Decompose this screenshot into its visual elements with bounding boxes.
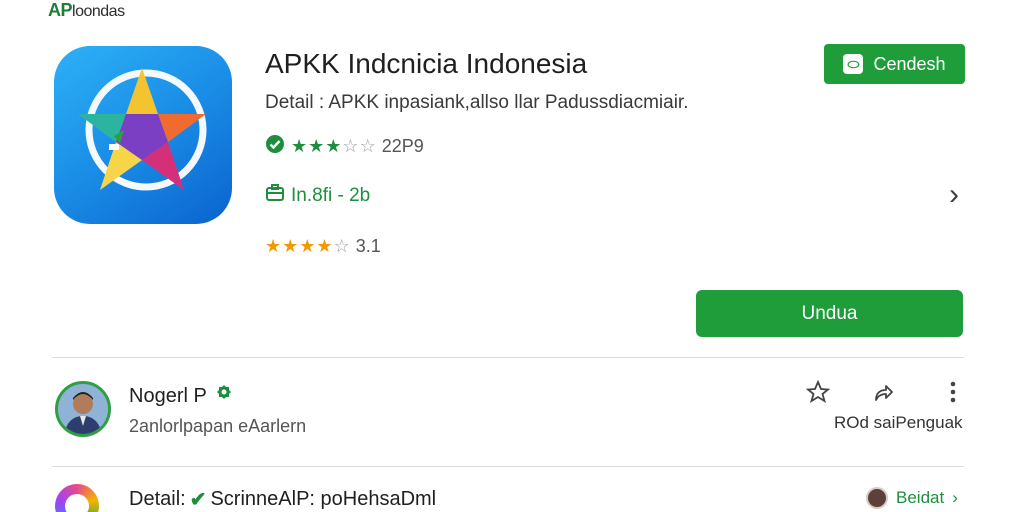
star-filled-icon: ★ — [291, 136, 308, 156]
star-empty-icon: ☆ — [333, 236, 350, 256]
rating-value: 3.1 — [355, 236, 381, 256]
app-title: APKK Indcnicia Indonesia — [265, 48, 588, 79]
star-filled-icon: ★ — [299, 236, 316, 256]
cendesh-button[interactable]: ⬭ Cendesh — [824, 44, 965, 84]
star-filled-icon: ★ — [282, 236, 299, 256]
developer-avatar[interactable] — [55, 381, 111, 437]
chevron-right-small-icon: › — [952, 488, 958, 507]
info-text: In.8fi - 2b — [291, 185, 371, 206]
more-vert-icon[interactable] — [939, 378, 967, 406]
divider — [52, 357, 964, 358]
bottom-right-link[interactable]: Beidat › — [866, 487, 958, 509]
star-filled-icon: ★ — [316, 236, 333, 256]
action-text[interactable]: ROd saiPenguak — [834, 413, 963, 433]
mini-avatar — [866, 487, 888, 509]
bottom-detail-text: ScrinneAlP: poHehsaDml — [210, 488, 437, 510]
bottom-detail-prefix: Detail: — [129, 488, 186, 510]
bottom-avatar[interactable] — [55, 484, 99, 512]
bottom-right-label: Beidat — [896, 488, 945, 507]
star-empty-icon: ☆ — [359, 136, 376, 156]
verified-badge-icon — [215, 384, 233, 408]
star-rating: ★ ★ ★ ☆ ☆ — [291, 136, 376, 157]
brand-logo: APloondas — [48, 0, 125, 21]
divider — [52, 466, 964, 467]
star-empty-icon: ☆ — [342, 136, 359, 156]
brand-accent: AP — [48, 0, 73, 20]
download-button[interactable]: Undua — [696, 290, 963, 337]
verified-check-icon — [265, 134, 285, 159]
bottom-detail-row: Detail: ✔ ScrinneAlP: poHehsaDml — [129, 487, 436, 512]
rating-count: 22P9 — [381, 136, 424, 156]
developer-name: Nogerl P — [129, 384, 207, 407]
app-icon — [54, 46, 232, 224]
tag-icon: ⬭ — [843, 54, 864, 74]
brand-rest: loondas — [72, 3, 125, 20]
app-detail: Detail : APKK inpasiank,allso llar Padus… — [265, 92, 689, 113]
chevron-right-icon[interactable]: › — [949, 178, 959, 212]
briefcase-icon — [265, 184, 285, 208]
rating-row-primary: ★ ★ ★ ☆ ☆ 22P9 — [265, 134, 424, 159]
share-icon[interactable] — [869, 378, 897, 406]
developer-name-row: Nogerl P — [129, 384, 233, 408]
developer-subtitle: 2anlorlpapan eAarlern — [129, 416, 307, 436]
rating-row-secondary: ★ ★ ★ ★ ☆ 3.1 — [265, 236, 381, 257]
star-rating: ★ ★ ★ ★ ☆ — [265, 236, 350, 257]
star-filled-icon: ★ — [308, 136, 325, 156]
star-filled-icon: ★ — [265, 236, 282, 256]
star-outline-icon[interactable] — [804, 378, 832, 406]
cendesh-button-label: Cendesh — [873, 53, 946, 74]
info-row: In.8fi - 2b — [265, 184, 370, 208]
check-icon: ✔ — [189, 489, 207, 511]
star-filled-icon: ★ — [325, 136, 342, 156]
